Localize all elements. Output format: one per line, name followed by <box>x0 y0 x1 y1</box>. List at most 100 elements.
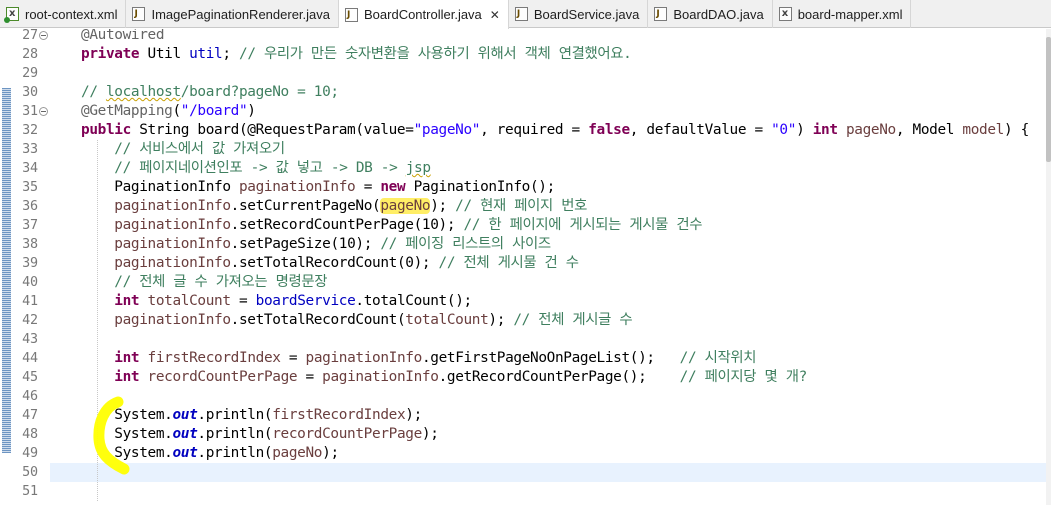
code-token: .setPageSize(10); <box>230 236 381 252</box>
code-token: System. <box>81 445 173 461</box>
code-token: int <box>114 369 140 385</box>
code-token: // 전체 게시물 건 수 <box>438 255 579 271</box>
scrollbar-thumb[interactable] <box>1046 37 1051 162</box>
code-line[interactable]: paginationInfo.setCurrentPageNo(pageNo);… <box>81 197 587 216</box>
tab-label: ImagePaginationRenderer.java <box>151 6 330 22</box>
code-token: .totalCount(); <box>355 293 472 309</box>
code-token: int <box>812 122 838 138</box>
vertical-scrollbar[interactable] <box>1046 29 1051 505</box>
code-token: firstRecordIndex <box>272 407 406 423</box>
line-number: 33 <box>22 142 38 157</box>
code-token: "0" <box>771 122 797 138</box>
code-token: // 한 페이지에 게시되는 게시물 건수 <box>463 217 703 233</box>
tab-root-context-xml[interactable]: root-context.xml <box>0 0 127 28</box>
fold-toggle-icon[interactable] <box>39 31 48 40</box>
code-line[interactable]: int firstRecordIndex = paginationInfo.ge… <box>81 349 756 368</box>
code-token: .getFirstPageNoOnPageList(); <box>421 350 680 366</box>
line-number: 38 <box>22 237 38 252</box>
code-token: "/board" <box>180 103 248 119</box>
line-number: 34 <box>22 161 38 176</box>
code-line[interactable]: System.out.println(recordCountPerPage); <box>81 425 439 444</box>
code-line[interactable]: @Autowired <box>81 29 164 45</box>
code-token: // 전체 글 수 가져오는 명령문장 <box>114 274 328 290</box>
code-line[interactable]: private Util util; // 우리가 만든 숫자변환을 사용하기 … <box>81 45 632 64</box>
code-token: pageNo <box>380 198 431 214</box>
indent-guide <box>97 140 98 501</box>
code-token: private <box>81 46 140 62</box>
tab-boarddao-java[interactable]: BoardDAO.java <box>648 0 773 28</box>
code-token: ); <box>421 426 439 442</box>
code-line[interactable]: PaginationInfo paginationInfo = new Pagi… <box>81 178 555 197</box>
code-token: localhost <box>105 84 181 100</box>
code-token: // 우리가 만든 숫자변환을 사용하기 위해서 객체 연결했어요. <box>239 46 632 62</box>
code-line[interactable]: @GetMapping("/board") <box>81 102 256 121</box>
tab-board-mapper-xml[interactable]: board-mapper.xml <box>773 0 912 28</box>
code-token: .getRecordCountPerPage(); <box>438 369 680 385</box>
java-file-icon <box>345 7 358 22</box>
line-number: 51 <box>22 484 38 499</box>
code-line[interactable]: paginationInfo.setTotalRecordCount(0); /… <box>81 254 579 273</box>
code-token: ); <box>430 198 456 214</box>
change-marker <box>2 88 11 453</box>
code-line[interactable]: int recordCountPerPage = paginationInfo.… <box>81 368 807 387</box>
tab-boardcontroller-java[interactable]: BoardController.java ✕ <box>339 0 509 29</box>
code-token: // 전체 게시글 수 <box>513 312 633 328</box>
line-number: 45 <box>22 370 38 385</box>
code-token: paginationInfo <box>322 369 439 385</box>
code-token: = <box>297 369 323 385</box>
code-token: false <box>588 122 630 138</box>
code-token: firstRecordIndex <box>147 350 281 366</box>
line-number: 39 <box>22 256 38 271</box>
code-token: ( <box>172 103 181 119</box>
fold-toggle-icon[interactable] <box>39 107 48 116</box>
line-number: 43 <box>22 332 38 347</box>
overview-ruler <box>0 29 14 505</box>
code-line[interactable]: public String board(@RequestParam(value=… <box>81 121 1029 140</box>
xml-file-icon <box>778 7 792 21</box>
code-token: out <box>172 407 198 423</box>
code-token: paginationInfo <box>238 179 356 195</box>
line-number-gutter: 27 28 29 30 31 32 33 34 35 36 37 38 39 40 41 42 43 44 45 46… <box>14 28 50 505</box>
code-token: // 현재 페이지 번호 <box>455 198 587 214</box>
code-line[interactable]: System.out.println(firstRecordIndex); <box>81 406 422 425</box>
code-token: String board(@RequestParam(value= <box>130 122 414 138</box>
code-line[interactable]: paginationInfo.setRecordCountPerPage(10)… <box>81 216 702 235</box>
java-file-icon <box>514 7 528 21</box>
code-line[interactable]: paginationInfo.setPageSize(10); // 페이징 리… <box>81 235 551 254</box>
code-token: recordCountPerPage <box>147 369 298 385</box>
code-token: ); <box>405 407 422 423</box>
code-line[interactable]: // 서비스에서 값 가져오기 <box>81 140 285 159</box>
code-token: @Autowired <box>81 29 165 43</box>
java-file-icon <box>132 7 146 21</box>
close-icon[interactable]: ✕ <box>490 8 500 22</box>
code-line[interactable]: // localhost/board?pageNo = 10; <box>81 83 339 102</box>
code-line[interactable]: // 페이지네이션인포 -> 값 넣고 -> DB -> jsp <box>81 159 431 178</box>
code-line[interactable]: paginationInfo.setTotalRecordCount(total… <box>81 311 632 330</box>
code-editor[interactable]: 27 28 29 30 31 32 33 34 35 36 37 38 39 40 41 42 43 44 45 46… <box>0 28 1051 505</box>
code-token: model <box>962 122 1004 138</box>
code-token: = <box>355 179 381 195</box>
code-token: .println( <box>197 407 273 423</box>
line-number: 32 <box>22 123 38 138</box>
code-token: jsp <box>405 160 431 176</box>
tab-boardservice-java[interactable]: BoardService.java <box>509 0 649 28</box>
code-token: util <box>189 46 223 62</box>
code-token: paginationInfo <box>305 350 423 366</box>
code-token: new <box>380 179 406 195</box>
code-line[interactable]: System.out.println(pageNo); <box>81 444 339 463</box>
code-token: /board?pageNo = 10; <box>180 84 339 100</box>
code-area[interactable]: @Autowired private Util util; // 우리가 만든 숫… <box>50 29 1046 505</box>
code-token: PaginationInfo <box>81 179 239 195</box>
tab-imagepaginationrenderer-java[interactable]: ImagePaginationRenderer.java <box>126 0 339 28</box>
code-token: "pageNo" <box>413 122 481 138</box>
code-line[interactable]: int totalCount = boardService.totalCount… <box>81 292 472 311</box>
line-number: 47 <box>22 408 38 423</box>
code-line[interactable]: // 전체 글 수 가져오는 명령문장 <box>81 273 327 292</box>
code-token: paginationInfo <box>114 217 231 233</box>
code-token: System. <box>81 407 173 423</box>
code-token: public <box>81 122 131 138</box>
code-token: , Model <box>895 122 963 138</box>
